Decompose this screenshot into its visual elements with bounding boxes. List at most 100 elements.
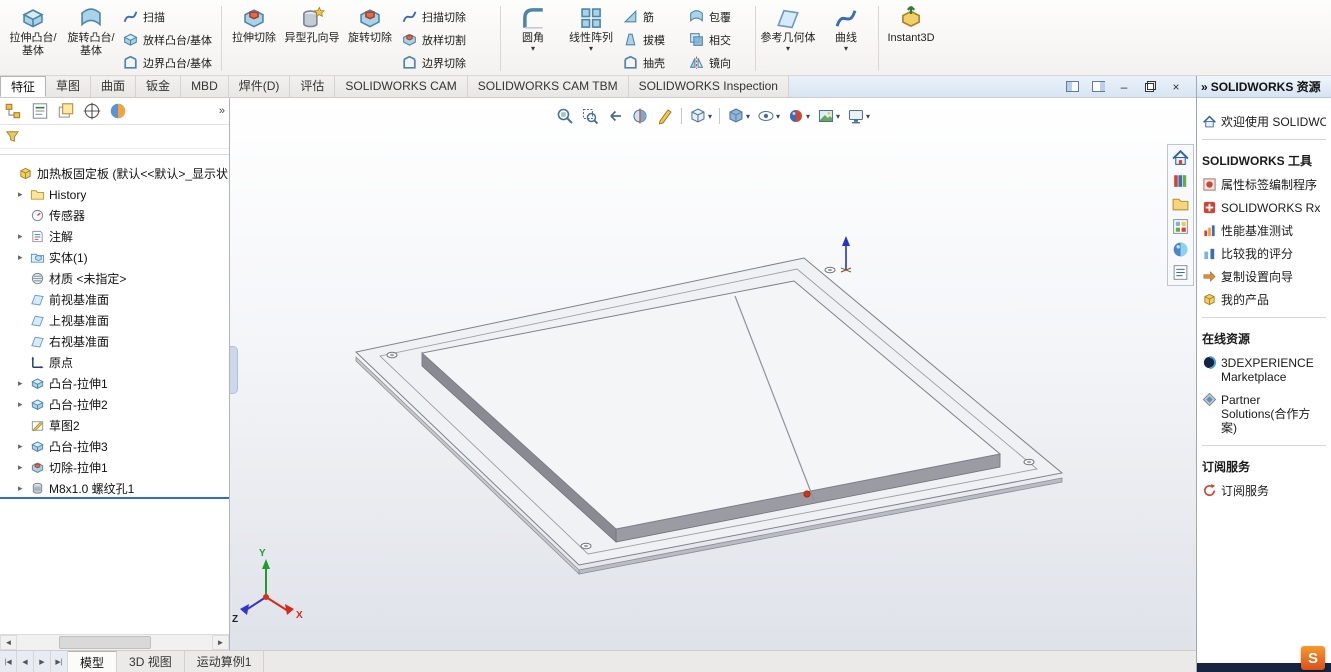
view-palette-icon[interactable] bbox=[1171, 217, 1190, 236]
draft-button[interactable]: 拔模 bbox=[620, 28, 686, 51]
tree-item-boss-extrude2[interactable]: ▸ 凸台-拉伸2 bbox=[0, 394, 229, 415]
expander-icon[interactable]: ▸ bbox=[18, 189, 30, 200]
tree-item-part[interactable]: 加热板固定板 (默认<<默认>_显示状 bbox=[0, 163, 229, 184]
previous-view-button[interactable] bbox=[604, 105, 626, 127]
expander-icon[interactable]: ▸ bbox=[18, 441, 30, 452]
3dexperience-marketplace-link[interactable]: 3DEXPERIENCE Marketplace bbox=[1202, 355, 1326, 384]
corner-hole[interactable] bbox=[386, 351, 398, 359]
tab-mbd[interactable]: MBD bbox=[181, 76, 229, 97]
restore-button[interactable] bbox=[1142, 79, 1158, 95]
previous-tab-button[interactable]: ◀ bbox=[17, 651, 34, 672]
tab-solidworks-cam[interactable]: SOLIDWORKS CAM bbox=[335, 76, 468, 97]
expander-icon[interactable]: ▸ bbox=[18, 252, 30, 263]
edit-appearance-button[interactable]: ▾ bbox=[785, 105, 812, 127]
intersect-button[interactable]: 相交 bbox=[686, 28, 752, 51]
zoom-to-area-button[interactable] bbox=[579, 105, 601, 127]
custom-properties-icon[interactable] bbox=[1171, 263, 1190, 282]
my-products-link[interactable]: 我的产品 bbox=[1202, 293, 1326, 307]
tree-item-origin[interactable]: 原点 bbox=[0, 352, 229, 373]
tree-item-tapped-hole[interactable]: ▸ M8x1.0 螺纹孔1 bbox=[0, 478, 229, 499]
tree-item-annotations[interactable]: ▸ 注解 bbox=[0, 226, 229, 247]
scrollbar-track[interactable] bbox=[17, 635, 212, 650]
tree-item-boss-extrude3[interactable]: ▸ 凸台-拉伸3 bbox=[0, 436, 229, 457]
tab-motion-study-1[interactable]: 运动算例1 bbox=[185, 651, 265, 672]
expander-icon[interactable]: ▸ bbox=[18, 231, 30, 242]
minimize-button[interactable]: – bbox=[1116, 79, 1132, 95]
revolved-boss-button[interactable]: 旋转凸台/基体 bbox=[62, 2, 120, 75]
appearances-scenes-icon[interactable] bbox=[1171, 240, 1190, 259]
tree-item-sketch2[interactable]: 草图2 bbox=[0, 415, 229, 436]
curves-flyout-caret[interactable]: ▾ bbox=[844, 44, 848, 52]
copy-settings-wizard-link[interactable]: 复制设置向导 bbox=[1202, 270, 1326, 284]
tab-features[interactable]: 特征 bbox=[0, 76, 47, 97]
tab-sheet-metal[interactable]: 钣金 bbox=[136, 76, 182, 97]
mirror-button[interactable]: 镜向 bbox=[686, 51, 752, 74]
home-icon[interactable] bbox=[1171, 148, 1190, 167]
featuremanager-tree-icon[interactable] bbox=[4, 101, 24, 121]
task-pane-header[interactable]: » SOLIDWORKS 资源 bbox=[1197, 76, 1331, 98]
boundary-boss-button[interactable]: 边界凸台/基体 bbox=[120, 51, 218, 74]
3d-model-view[interactable]: Y X Z bbox=[230, 98, 1196, 650]
tab-solidworks-cam-tbm[interactable]: SOLIDWORKS CAM TBM bbox=[468, 76, 629, 97]
dynamic-annotation-views-button[interactable] bbox=[654, 105, 676, 127]
linear-pattern-button[interactable]: 线性阵列 ▾ bbox=[562, 2, 620, 75]
hide-show-items-button[interactable]: ▾ bbox=[755, 105, 782, 127]
compare-my-score-link[interactable]: 比较我的评分 bbox=[1202, 247, 1326, 261]
tree-item-cut-extrude1[interactable]: ▸ 切除-拉伸1 bbox=[0, 457, 229, 478]
expander-icon[interactable]: ▸ bbox=[18, 483, 30, 494]
expander-icon[interactable]: ▸ bbox=[18, 378, 30, 389]
hole-wizard-button[interactable]: 异型孔向导 bbox=[283, 2, 341, 75]
tree-item-top-plane[interactable]: 上视基准面 bbox=[0, 310, 229, 331]
performance-benchmark-link[interactable]: 性能基准测试 bbox=[1202, 224, 1326, 238]
tree-item-right-plane[interactable]: 右视基准面 bbox=[0, 331, 229, 352]
tab-sketch[interactable]: 草图 bbox=[46, 76, 92, 97]
tab-weldments[interactable]: 焊件(D) bbox=[229, 76, 291, 97]
sketch-point[interactable] bbox=[803, 490, 811, 498]
display-style-button[interactable]: ▾ bbox=[725, 105, 752, 127]
property-tab-builder-link[interactable]: 属性标签编制程序 bbox=[1202, 178, 1326, 192]
tree-item-solid-bodies[interactable]: ▸ 实体(1) bbox=[0, 247, 229, 268]
view-orientation-button[interactable]: ▾ bbox=[687, 105, 714, 127]
dock-pane-left-icon[interactable] bbox=[1064, 79, 1080, 95]
apply-scene-button[interactable]: ▾ bbox=[815, 105, 842, 127]
subscription-services-link[interactable]: 订阅服务 bbox=[1202, 483, 1326, 498]
design-library-icon[interactable] bbox=[1171, 171, 1190, 190]
tree-item-history[interactable]: ▸ History bbox=[0, 184, 229, 205]
expander-icon[interactable]: ▸ bbox=[18, 399, 30, 410]
tree-item-front-plane[interactable]: 前视基准面 bbox=[0, 289, 229, 310]
section-view-button[interactable] bbox=[629, 105, 651, 127]
corner-hole[interactable] bbox=[1023, 458, 1035, 466]
tab-3d-views[interactable]: 3D 视图 bbox=[117, 651, 185, 672]
panel-expand-chevron-icon[interactable]: » bbox=[219, 105, 225, 117]
collapse-chevrons-icon[interactable]: » bbox=[1201, 80, 1208, 94]
scroll-right-arrow[interactable]: ► bbox=[212, 635, 229, 650]
instant3d-button[interactable]: Instant3D bbox=[882, 2, 940, 75]
tab-solidworks-inspection[interactable]: SOLIDWORKS Inspection bbox=[629, 76, 789, 97]
tab-evaluate[interactable]: 评估 bbox=[290, 76, 336, 97]
next-tab-button[interactable]: ▶ bbox=[34, 651, 51, 672]
fillet-button[interactable]: 圆角 ▾ bbox=[504, 2, 562, 75]
panel-splitter-handle[interactable] bbox=[230, 346, 238, 394]
extruded-boss-button[interactable]: 拉伸凸台/基体 bbox=[4, 2, 62, 75]
corner-hole[interactable] bbox=[824, 266, 836, 274]
view-settings-button[interactable]: ▾ bbox=[845, 105, 872, 127]
expander-icon[interactable]: ▸ bbox=[18, 462, 30, 473]
wrap-button[interactable]: 包覆 bbox=[686, 5, 752, 28]
solidworks-rx-link[interactable]: SOLIDWORKS Rx bbox=[1202, 201, 1326, 215]
dock-pane-right-icon[interactable] bbox=[1090, 79, 1106, 95]
graphics-viewport[interactable]: Y X Z ▾ ▾ ▾ ▾ ▾ ▾ bbox=[230, 98, 1196, 650]
displaymanager-icon[interactable] bbox=[108, 101, 128, 121]
propertymanager-icon[interactable] bbox=[30, 101, 50, 121]
swept-cut-button[interactable]: 扫描切除 bbox=[399, 5, 497, 28]
scroll-left-arrow[interactable]: ◄ bbox=[0, 635, 17, 650]
feature-direction-arrow[interactable] bbox=[840, 236, 852, 273]
tree-item-material[interactable]: 材质 <未指定> bbox=[0, 268, 229, 289]
close-button[interactable]: × bbox=[1168, 79, 1184, 95]
tree-horizontal-scrollbar[interactable]: ◄ ► bbox=[0, 634, 229, 650]
corner-hole[interactable] bbox=[580, 542, 592, 550]
rib-button[interactable]: 筋 bbox=[620, 5, 686, 28]
first-tab-button[interactable]: |◀ bbox=[0, 651, 17, 672]
shell-button[interactable]: 抽壳 bbox=[620, 51, 686, 74]
file-explorer-icon[interactable] bbox=[1171, 194, 1190, 213]
boundary-cut-button[interactable]: 边界切除 bbox=[399, 51, 497, 74]
